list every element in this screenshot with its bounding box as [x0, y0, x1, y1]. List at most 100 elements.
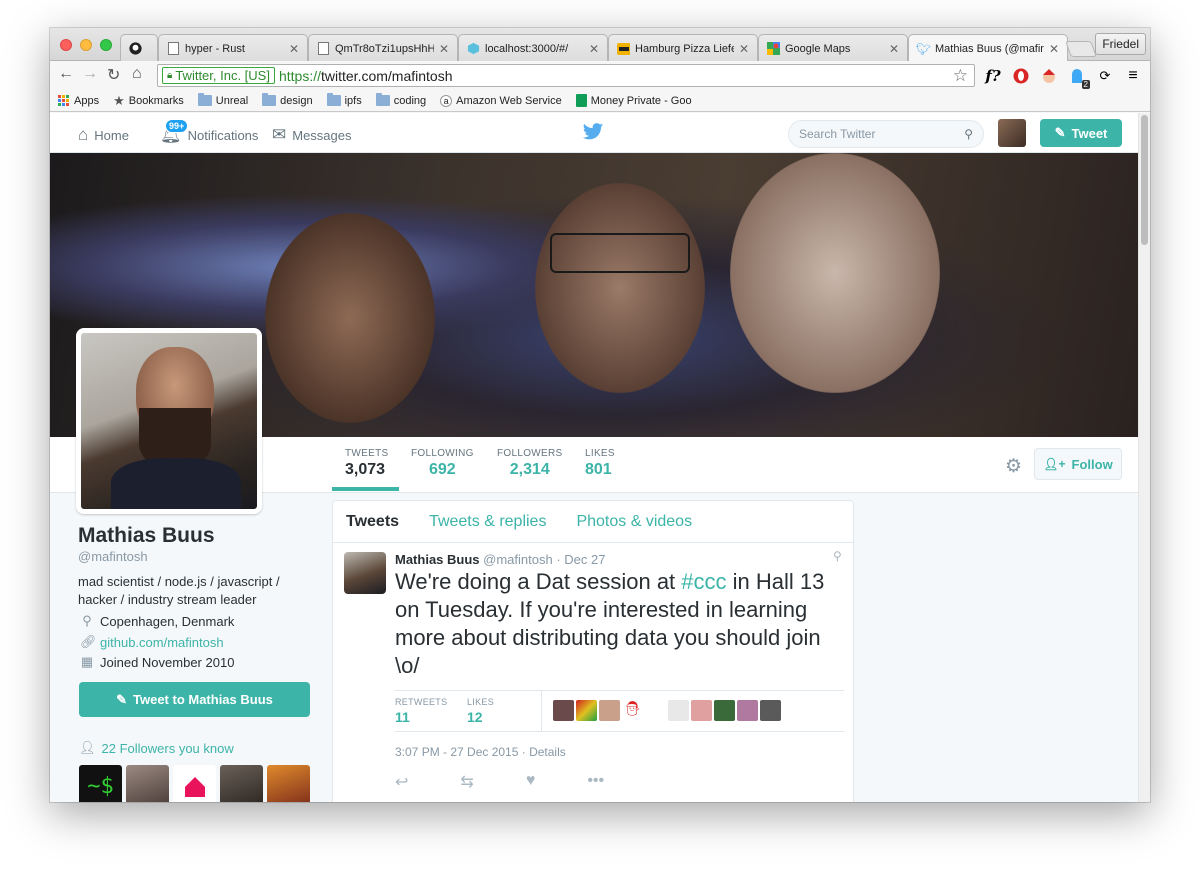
tweet-date[interactable]: · Dec 27 — [556, 552, 605, 567]
retweet-icon[interactable]: ⇆ — [460, 772, 473, 792]
twitter-logo-icon[interactable] — [582, 122, 604, 147]
stat-followers[interactable]: FOLLOWERS 2,314 — [497, 448, 563, 479]
close-tab-icon[interactable]: ✕ — [289, 42, 299, 56]
bookmark-folder-design[interactable]: design — [262, 93, 313, 107]
opera-extension-icon[interactable] — [1012, 67, 1030, 85]
forward-icon[interactable]: → — [82, 65, 98, 83]
reload-icon[interactable]: ↻ — [107, 65, 120, 85]
tab-qm[interactable]: QmTr8oTzi1upsHhHok ✕ — [308, 34, 458, 62]
stat-value: 801 — [585, 461, 612, 478]
liker-avatar[interactable] — [737, 700, 758, 721]
liker-avatar[interactable] — [599, 700, 620, 721]
pizza-icon — [617, 42, 630, 55]
folder-icon — [375, 93, 390, 106]
profile-avatar[interactable] — [76, 328, 262, 514]
tab-pizza[interactable]: Hamburg Pizza Liefers ✕ — [608, 34, 758, 62]
sheets-icon — [575, 94, 587, 107]
gear-icon[interactable]: ⚙ — [1005, 455, 1022, 478]
bookmark-folder-ipfs[interactable]: ipfs — [326, 93, 362, 107]
tweet-retweets[interactable]: RETWEETS 11 — [395, 697, 447, 725]
follower-thumb[interactable] — [267, 765, 310, 802]
close-tab-icon[interactable]: ✕ — [889, 42, 899, 56]
bookmark-money[interactable]: Money Private - Goo — [575, 94, 692, 107]
liker-avatar[interactable] — [668, 700, 689, 721]
nav-home[interactable]: ⌂ Home — [78, 125, 129, 145]
close-tab-icon[interactable]: ✕ — [439, 42, 449, 56]
tab-github[interactable] — [120, 34, 158, 62]
page-scrollbar[interactable] — [1138, 113, 1150, 802]
bookmark-folder-coding[interactable]: coding — [375, 93, 426, 107]
close-tab-icon[interactable]: ✕ — [739, 42, 749, 56]
like-heart-icon[interactable]: ♥ — [526, 772, 536, 792]
liker-avatar[interactable]: 🎅︎ — [622, 700, 643, 721]
home-icon[interactable]: ⌂ — [132, 65, 142, 83]
tweet-author-name[interactable]: Mathias Buus — [395, 552, 480, 567]
sync-extension-icon[interactable]: ⟳ — [1096, 67, 1114, 85]
bookmark-star-icon[interactable]: ☆ — [953, 66, 968, 86]
liker-avatar[interactable] — [714, 700, 735, 721]
fquery-extension-icon[interactable]: f? — [984, 67, 1002, 85]
tab-tweets[interactable]: Tweets — [346, 513, 399, 531]
tab-hyper[interactable]: hyper - Rust ✕ — [158, 34, 308, 62]
profile-website[interactable]: 🔗︎ github.com/mafintosh — [80, 634, 224, 650]
scrollbar-thumb[interactable] — [1141, 115, 1148, 245]
liker-avatar[interactable] — [576, 700, 597, 721]
stat-likes[interactable]: LIKES 801 — [585, 448, 615, 479]
tweet-author-avatar[interactable] — [344, 552, 386, 594]
santa-extension-icon[interactable] — [1040, 67, 1058, 85]
website-link[interactable]: github.com/mafintosh — [100, 635, 224, 650]
compose-tweet-button[interactable]: ✎ Tweet — [1040, 119, 1122, 147]
bookmark-folder-unreal[interactable]: Unreal — [197, 93, 248, 107]
address-bar[interactable]: 🔒︎ Twitter, Inc. [US] https:// twitter.c… — [157, 64, 975, 87]
details-link[interactable]: Details — [529, 745, 566, 759]
stat-following[interactable]: FOLLOWING 692 — [411, 448, 474, 479]
tab-photos-videos[interactable]: Photos & videos — [576, 513, 692, 531]
new-tab-button[interactable] — [1065, 41, 1097, 57]
follower-thumb[interactable] — [220, 765, 263, 802]
nav-messages[interactable]: ✉ Messages — [272, 125, 352, 145]
tab-localhost[interactable]: localhost:3000/#/ ✕ — [458, 34, 608, 62]
menu-icon[interactable]: ≡ — [1124, 67, 1142, 85]
ev-certificate-badge[interactable]: 🔒︎ Twitter, Inc. [US] — [162, 67, 275, 84]
location-text: Copenhagen, Denmark — [100, 613, 235, 629]
close-tab-icon[interactable]: ✕ — [589, 42, 599, 56]
profile-name[interactable]: Mathias Buus — [78, 524, 215, 548]
account-avatar[interactable] — [998, 119, 1026, 147]
extension-badge: 2 — [1081, 80, 1090, 89]
search-input[interactable]: Search Twitter ⚲ — [788, 120, 984, 148]
bookmark-bookmarks[interactable]: ★ Bookmarks — [113, 93, 184, 109]
follower-thumb[interactable] — [126, 765, 169, 802]
liker-avatar[interactable] — [691, 700, 712, 721]
ghostery-extension-icon[interactable]: 2 — [1068, 67, 1090, 89]
close-tab-icon[interactable]: ✕ — [1049, 42, 1059, 56]
liker-avatar[interactable] — [553, 700, 574, 721]
minimize-window-button[interactable] — [80, 39, 92, 51]
tab-tweets-replies[interactable]: Tweets & replies — [429, 513, 546, 531]
tweet-hashtag[interactable]: #ccc — [681, 569, 726, 594]
github-icon — [129, 42, 142, 55]
tweet-author-handle[interactable]: @mafintosh — [483, 552, 553, 567]
bookmark-apps[interactable]: Apps — [58, 94, 99, 107]
maximize-window-button[interactable] — [100, 39, 112, 51]
follower-thumb-terminal[interactable]: ~$ — [79, 765, 122, 802]
search-icon[interactable]: ⚲ — [964, 127, 973, 141]
follower-thumb[interactable] — [173, 765, 216, 802]
profile-joined: ▦ Joined November 2010 — [80, 654, 235, 670]
tab-maps[interactable]: Google Maps ✕ — [758, 34, 908, 62]
liker-avatar[interactable] — [645, 700, 666, 721]
tab-twitter[interactable]: 🐦︎ Mathias Buus (@mafin ✕ — [908, 34, 1068, 62]
stat-tweets[interactable]: TWEETS 3,073 — [345, 448, 388, 479]
followers-you-know[interactable]: 👤︎ 22 Followers you know — [79, 740, 234, 756]
liker-avatar[interactable] — [760, 700, 781, 721]
tweet-to-button[interactable]: ✎ Tweet to Mathias Buus — [79, 682, 310, 717]
profile-button[interactable]: Friedel — [1095, 33, 1146, 55]
more-icon[interactable]: ••• — [587, 772, 604, 792]
stat-label: FOLLOWERS — [497, 448, 563, 459]
profile-handle[interactable]: @mafintosh — [78, 549, 148, 564]
bookmark-aws[interactable]: a Amazon Web Service — [440, 94, 562, 107]
close-window-button[interactable] — [60, 39, 72, 51]
follow-button[interactable]: 👤︎+ Follow — [1034, 448, 1122, 480]
tweet-likes[interactable]: LIKES 12 — [467, 697, 494, 725]
back-icon[interactable]: ← — [58, 65, 74, 83]
reply-icon[interactable]: ↩ — [395, 772, 408, 792]
